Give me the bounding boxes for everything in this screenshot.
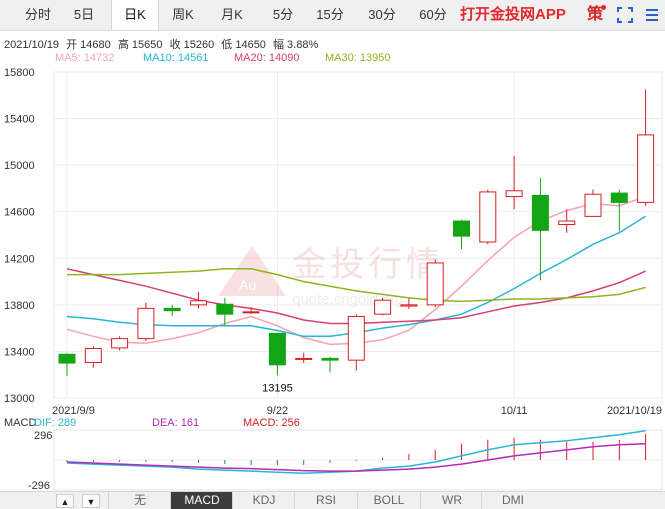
candle-body — [531, 194, 549, 231]
candle-body — [295, 357, 313, 360]
price-annotation: 13195 — [262, 382, 293, 394]
candle-body — [137, 307, 155, 340]
candle-body — [242, 311, 260, 314]
candle-body — [637, 134, 655, 203]
candle-body — [505, 190, 523, 198]
candle-body — [479, 191, 497, 243]
candle-body — [374, 299, 392, 315]
candle-body — [400, 304, 418, 307]
x-tick-label: 2021/10/19 — [607, 405, 662, 417]
candle-body — [58, 353, 76, 364]
y-tick-label: 13800 — [4, 300, 35, 312]
candle-body — [426, 262, 444, 306]
watermark-logo-text: Au — [239, 277, 256, 293]
dif-line — [66, 429, 646, 474]
scroll-down-button[interactable]: ▼ — [82, 494, 100, 508]
candle-body — [558, 220, 576, 226]
candle-body — [610, 192, 628, 203]
indicator-tab-4[interactable]: BOLL — [357, 492, 420, 509]
y-tick-label: 15000 — [4, 160, 35, 172]
macd-value: MACD: 256 — [243, 417, 300, 429]
macd-title: MACD — [4, 417, 37, 429]
indicator-tab-1[interactable]: MACD — [170, 492, 233, 509]
scroll-up-button[interactable]: ▲ — [56, 494, 74, 508]
candle-body — [268, 332, 286, 366]
watermark-text: 金投行情 — [292, 246, 444, 284]
macd-axis-top: 296 — [34, 430, 52, 442]
y-tick-label: 15800 — [4, 67, 35, 79]
y-tick-label: 13400 — [4, 346, 35, 358]
candle-body — [584, 193, 602, 217]
indicator-tab-3[interactable]: RSI — [294, 492, 357, 509]
kline-chart[interactable]: 15800 15400 15000 14600 14200 13800 13400 13000… — [0, 0, 665, 509]
candle-body — [347, 316, 365, 361]
candle-body — [163, 307, 181, 312]
x-tick-label: 2021/9/9 — [52, 405, 95, 417]
macd-dif: DIF: 289 — [34, 417, 77, 429]
candle-body — [111, 338, 129, 349]
indicator-tab-0[interactable]: 无 — [108, 492, 171, 509]
candle-body — [216, 303, 234, 315]
indicator-tab-5[interactable]: WR — [420, 492, 483, 509]
x-tick-label: 9/22 — [267, 405, 288, 417]
candle-body — [190, 300, 207, 306]
candle-body — [453, 220, 470, 237]
candle-body — [321, 357, 339, 361]
macd-dea: DEA: 161 — [152, 417, 200, 429]
y-tick-label: 14600 — [4, 207, 35, 219]
indicator-tab-6[interactable]: DMI — [481, 492, 544, 509]
x-tick-label: 10/11 — [501, 405, 528, 417]
candle-body — [84, 348, 102, 363]
indicator-tab-2[interactable]: KDJ — [232, 492, 295, 509]
y-tick-label: 15400 — [4, 114, 35, 126]
y-tick-label: 14200 — [4, 253, 35, 265]
y-tick-label: 13000 — [4, 393, 35, 405]
